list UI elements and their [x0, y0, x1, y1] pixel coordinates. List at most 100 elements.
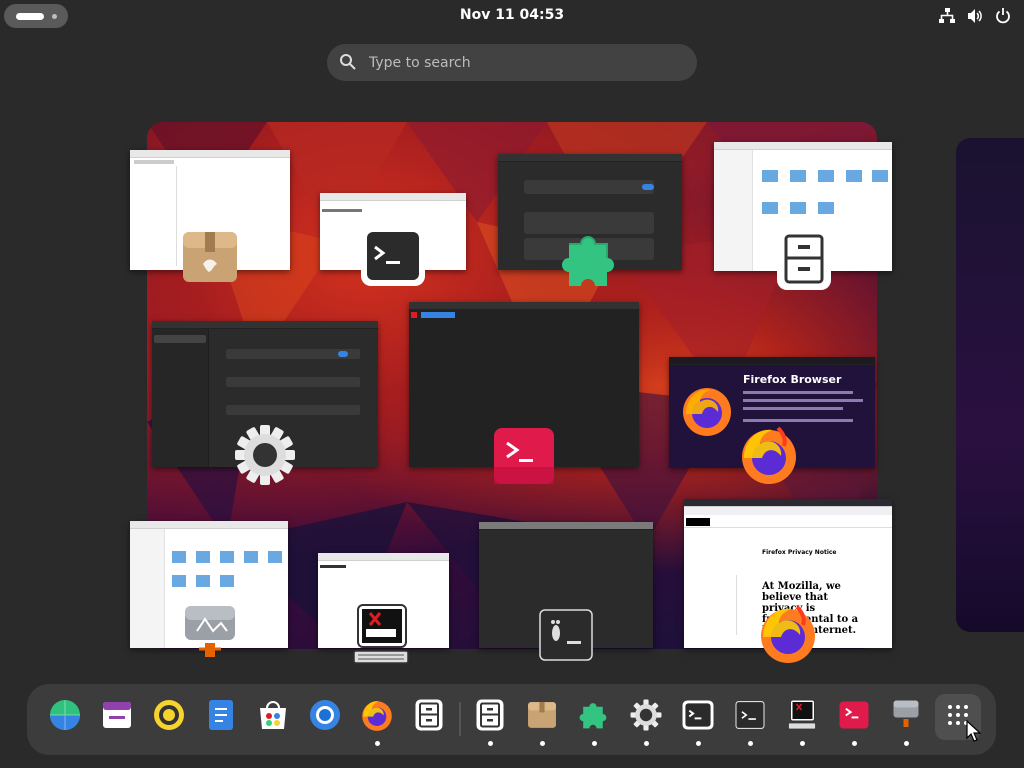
window-titlebar	[130, 521, 288, 529]
next-workspace-thumbnail[interactable]	[956, 138, 1024, 632]
privacy-sidebar	[696, 575, 737, 635]
settings-row	[226, 405, 360, 415]
folder-icon	[818, 170, 834, 182]
folder-icon	[196, 551, 210, 563]
firefox-about-text	[743, 419, 853, 422]
window-titlebar	[320, 193, 466, 201]
dock-item-calendar[interactable]	[94, 694, 140, 740]
dock-item-console[interactable]	[831, 694, 877, 746]
image-viewer-icon	[183, 605, 237, 669]
running-indicator	[540, 741, 545, 746]
toggle-switch	[338, 351, 348, 357]
files-icon	[414, 699, 444, 735]
dock-item-terminal[interactable]	[675, 694, 721, 746]
running-indicator	[800, 741, 805, 746]
xterm-prompt	[320, 565, 346, 568]
files-icon	[475, 699, 505, 735]
rhythmbox-icon	[153, 699, 185, 735]
archive-manager-icon	[527, 700, 557, 734]
document-viewer-icon	[208, 699, 234, 735]
running-indicator	[852, 741, 857, 746]
menu-bar	[134, 160, 174, 164]
clock[interactable]: Nov 11 04:53	[0, 7, 1024, 23]
dock-item-rhythmbox[interactable]	[146, 694, 192, 740]
dock-item-document-viewer[interactable]	[198, 694, 244, 740]
dock-item-extensions[interactable]	[571, 694, 617, 746]
firefox-about-title: Firefox Browser	[743, 373, 842, 386]
dock-item-globe[interactable]	[42, 694, 88, 740]
extensions-icon	[577, 699, 611, 735]
window-titlebar	[318, 553, 449, 561]
folder-icon	[196, 575, 210, 587]
power-icon	[994, 7, 1012, 25]
console-tab	[421, 312, 455, 318]
search-input[interactable]	[367, 51, 681, 75]
network-icon	[938, 7, 956, 25]
settings-icon	[234, 424, 296, 490]
console-icon	[493, 427, 555, 489]
dock-item-chrome[interactable]	[302, 694, 348, 740]
firefox-icon	[738, 424, 800, 490]
search-bar[interactable]	[327, 44, 697, 81]
folder-icon	[818, 202, 834, 214]
dock-item-xterm[interactable]	[779, 694, 825, 746]
xterm-icon	[352, 603, 410, 671]
running-indicator	[748, 741, 753, 746]
window-titlebar	[498, 154, 682, 162]
settings-row	[226, 377, 360, 387]
running-indicator	[488, 741, 493, 746]
settings-icon	[630, 699, 662, 735]
firefox-about-version	[743, 391, 853, 394]
dock	[27, 684, 996, 755]
dock-item-archive-manager[interactable]	[519, 694, 565, 746]
firefox-icon	[360, 698, 394, 736]
xterm-icon	[787, 699, 817, 735]
settings-sidebar	[152, 329, 209, 467]
terminal-icon	[360, 225, 426, 291]
dock-item-files-running[interactable]	[467, 694, 513, 746]
folder-icon	[220, 575, 234, 587]
window-titlebar	[714, 142, 892, 150]
top-bar: Nov 11 04:53	[0, 0, 1024, 32]
divider	[176, 166, 177, 266]
terminal-prompt	[322, 209, 362, 212]
window-titlebar	[669, 357, 875, 365]
toggle-switch	[642, 184, 654, 190]
files-icon	[776, 227, 832, 295]
chrome-icon	[309, 699, 341, 735]
folder-icon	[268, 551, 282, 563]
dock-item-firefox[interactable]	[354, 694, 400, 746]
calendar-icon	[102, 700, 132, 734]
dock-item-software[interactable]	[250, 694, 296, 740]
foot-terminal-icon	[735, 701, 765, 733]
image-viewer-icon	[892, 700, 920, 734]
search-icon	[339, 53, 357, 75]
folder-icon	[762, 170, 778, 182]
console-tab-marker	[411, 312, 417, 318]
dock-item-files[interactable]	[406, 694, 452, 740]
foot-terminal-icon	[539, 609, 593, 665]
running-indicator	[904, 741, 909, 746]
running-indicator	[375, 741, 380, 746]
archive-manager-icon	[181, 228, 239, 290]
dock-separator	[459, 702, 461, 736]
files-sidebar	[130, 529, 165, 648]
dock-item-settings[interactable]	[623, 694, 669, 746]
address-bar	[684, 507, 892, 515]
volume-icon	[966, 7, 984, 25]
software-icon	[257, 700, 289, 734]
running-indicator	[696, 741, 701, 746]
folder-icon	[172, 551, 186, 563]
system-menu[interactable]	[938, 7, 1012, 25]
folder-icon	[172, 575, 186, 587]
window-titlebar	[130, 150, 290, 158]
dock-item-image-viewer[interactable]	[883, 694, 929, 746]
firefox-logo	[680, 384, 734, 442]
window-titlebar	[479, 522, 653, 530]
mozilla-logo	[686, 518, 710, 526]
window-titlebar	[152, 321, 378, 329]
folder-icon	[846, 170, 862, 182]
running-indicator	[644, 741, 649, 746]
terminal-icon	[682, 700, 714, 734]
dock-item-foot-terminal[interactable]	[727, 694, 773, 746]
